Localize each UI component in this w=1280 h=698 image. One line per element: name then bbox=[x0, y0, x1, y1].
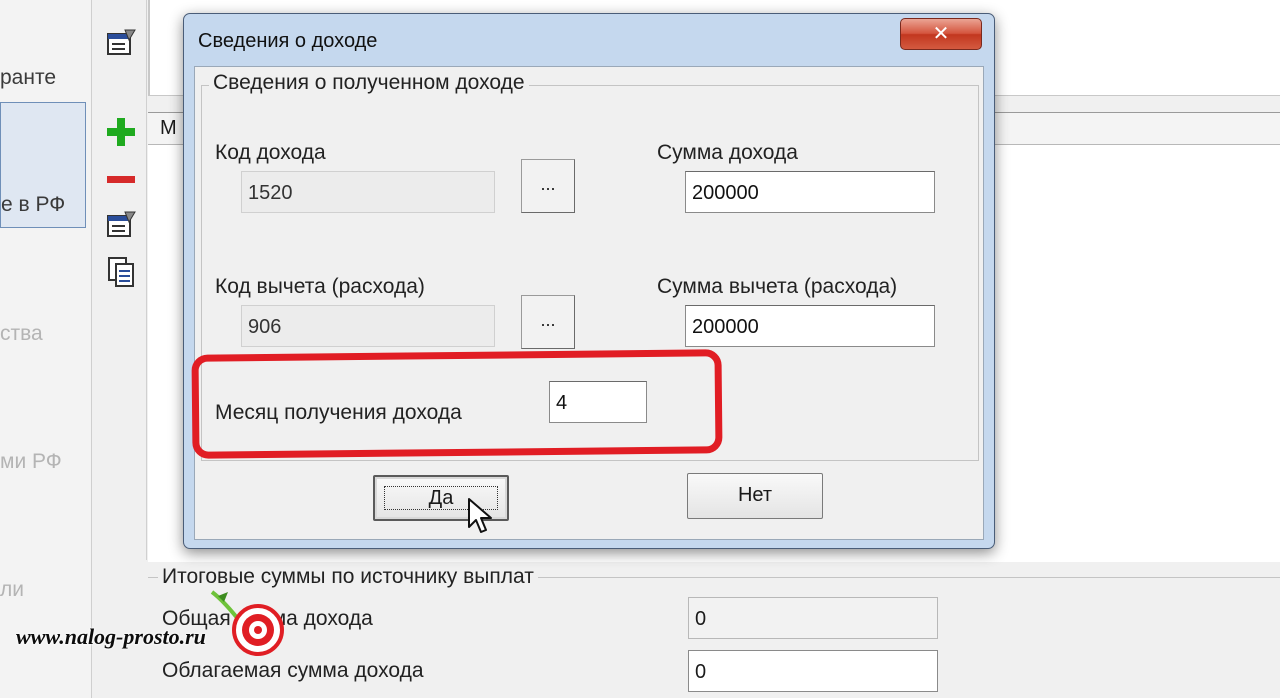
add-icon[interactable] bbox=[105, 116, 137, 148]
nav-item-4[interactable]: ми РФ bbox=[0, 450, 62, 474]
taxable-income-field[interactable]: 0 bbox=[688, 650, 938, 692]
watermark-text: www.nalog-prosto.ru bbox=[16, 624, 206, 649]
properties-icon[interactable] bbox=[105, 26, 137, 58]
target-logo-icon bbox=[210, 590, 284, 656]
deduction-code-browse-button[interactable]: ... bbox=[521, 295, 575, 349]
dialog-title: Сведения о доходе bbox=[198, 30, 378, 52]
edit-properties-icon[interactable] bbox=[105, 208, 137, 240]
dialog-body: Сведения о полученном доходе Код дохода … bbox=[194, 66, 984, 540]
nav-item-2-selected[interactable]: е в РФ bbox=[0, 102, 86, 228]
no-button[interactable]: Нет bbox=[687, 473, 823, 519]
income-sum-field[interactable]: 200000 bbox=[685, 171, 935, 213]
nav-item-5[interactable]: ли bbox=[0, 578, 24, 602]
left-navigation: ранте е в РФ ства ми РФ ли bbox=[0, 0, 92, 698]
total-income-field: 0 bbox=[688, 597, 938, 639]
deduction-sum-label: Сумма вычета (расхода) bbox=[657, 275, 898, 298]
nav-item-1[interactable]: ранте bbox=[0, 66, 56, 90]
close-button[interactable]: ✕ bbox=[900, 18, 982, 50]
top-panel-separator bbox=[148, 0, 150, 96]
income-sum-label: Сумма дохода bbox=[657, 141, 798, 164]
deduction-sum-field[interactable]: 200000 bbox=[685, 305, 935, 347]
income-details-dialog: Сведения о доходе ✕ Сведения о полученно… bbox=[183, 13, 995, 549]
remove-icon[interactable] bbox=[105, 164, 137, 196]
grid-header-cell[interactable]: М bbox=[160, 117, 177, 140]
income-code-label: Код дохода bbox=[215, 141, 326, 164]
copy-icon[interactable] bbox=[105, 256, 137, 288]
nav-item-3[interactable]: ства bbox=[0, 322, 43, 346]
received-income-group-legend: Сведения о полученном доходе bbox=[209, 71, 529, 95]
deduction-code-field: 906 bbox=[241, 305, 495, 347]
deduction-code-label: Код вычета (расхода) bbox=[215, 275, 425, 298]
totals-group-legend: Итоговые суммы по источнику выплат bbox=[158, 565, 538, 589]
income-code-field: 1520 bbox=[241, 171, 495, 213]
taxable-income-label: Облагаемая сумма дохода bbox=[162, 659, 424, 682]
nav-item-2-label: е в РФ bbox=[1, 193, 66, 216]
mouse-cursor-icon bbox=[468, 498, 492, 533]
totals-group: Итоговые суммы по источнику выплат Общая… bbox=[148, 565, 1280, 698]
side-toolbar bbox=[95, 0, 147, 560]
annotation-highlight-box bbox=[191, 349, 723, 459]
income-code-browse-button[interactable]: ... bbox=[521, 159, 575, 213]
